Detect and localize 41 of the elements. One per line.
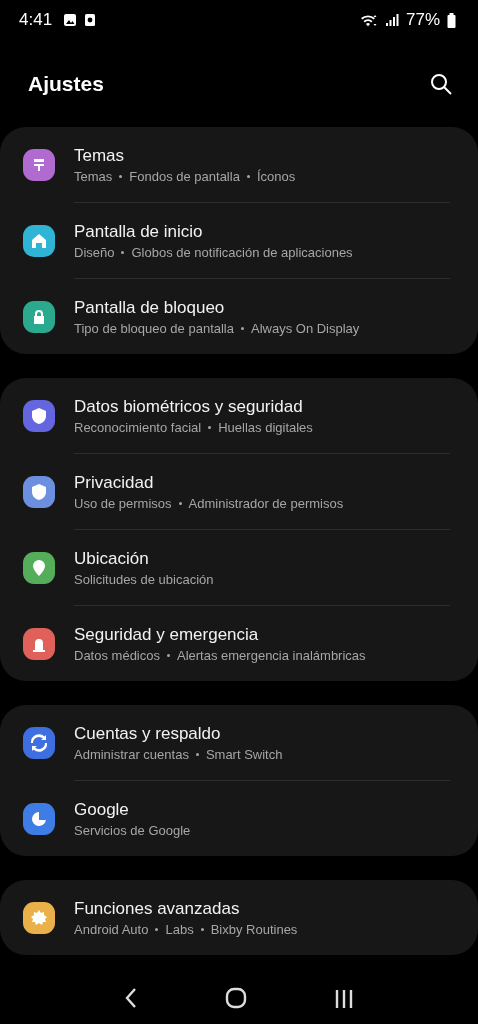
setting-subtitle: Servicios de Google (74, 822, 191, 838)
status-time: 4:41 (19, 10, 53, 30)
setting-subtitle: Huellas digitales (218, 419, 313, 435)
gallery-icon (63, 13, 78, 27)
setting-subtitle: Temas (74, 168, 113, 184)
screen-record-icon (84, 13, 97, 27)
setting-subtitle: Bixby Routines (210, 921, 298, 937)
setting-subtitle: Diseño (74, 244, 115, 260)
setting-title[interactable]: Seguridad y emergencia (74, 624, 366, 645)
setting-title[interactable]: Cuentas y respaldo (74, 723, 283, 744)
signal-icon (384, 13, 399, 27)
setting-subtitle: Globos de notificación de aplicaciones (131, 244, 353, 260)
setting-title[interactable]: Pantalla de bloqueo (74, 297, 360, 318)
home-button-icon[interactable] (225, 987, 247, 1009)
setting-subtitle: Labs (165, 921, 194, 937)
setting-subtitle: Android Auto (74, 921, 149, 937)
setting-title[interactable]: Google (74, 799, 191, 820)
setting-subtitle: Always On Display (251, 320, 360, 336)
battery-icon (447, 12, 456, 28)
setting-subtitle: Alertas emergencia inalámbricas (177, 647, 366, 663)
setting-subtitle: Íconos (256, 168, 296, 184)
setting-subtitle: Uso de permisos (74, 495, 172, 511)
recent-apps-icon[interactable] (334, 989, 355, 1009)
search-icon[interactable] (430, 72, 452, 95)
setting-subtitle: Datos médicos (74, 647, 160, 663)
setting-subtitle: Reconocimiento facial (74, 419, 202, 435)
battery-percent: 77% (405, 10, 440, 30)
setting-subtitle: Fondos de pantalla (129, 168, 240, 184)
setting-title[interactable]: Ubicación (74, 548, 214, 569)
setting-subtitle: Administrar cuentas (74, 746, 189, 762)
setting-subtitle: Tipo de bloqueo de pantalla (74, 320, 234, 336)
setting-title[interactable]: Pantalla de inicio (74, 221, 353, 242)
setting-title[interactable]: Temas (74, 145, 296, 166)
setting-title[interactable]: Datos biométricos y seguridad (74, 396, 313, 417)
setting-title[interactable]: Privacidad (74, 472, 344, 493)
setting-subtitle: Smart Switch (205, 746, 283, 762)
setting-title[interactable]: Funciones avanzadas (74, 898, 298, 919)
setting-subtitle: Solicitudes de ubicación (74, 571, 214, 587)
page-title: Ajustes (28, 71, 104, 96)
back-icon[interactable] (123, 987, 138, 1009)
setting-subtitle: Administrador de permisos (188, 495, 344, 511)
